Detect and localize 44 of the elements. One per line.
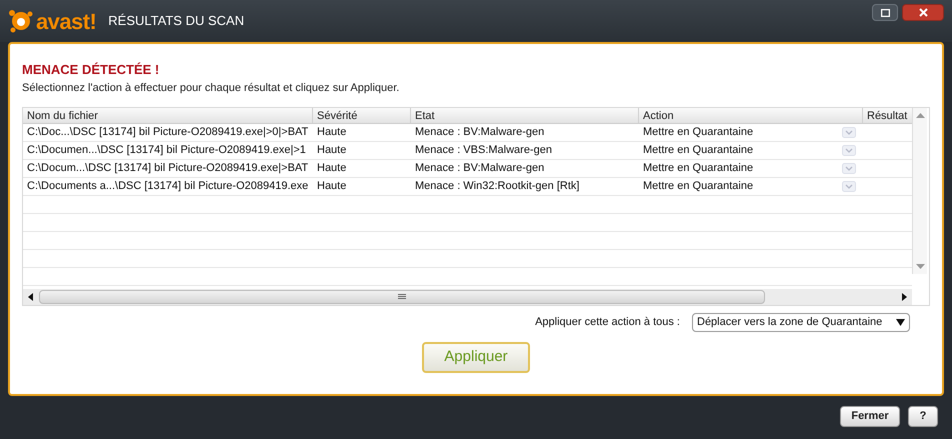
table-cell-text: C:\Doc...\DSC [13174] bil Picture-O2089419.exe|>0|>BAT [26,125,310,140]
apply-all-label: Appliquer cette action à tous : [535,315,680,330]
action-value[interactable]: Mettre en Quarantaine [643,178,839,195]
table-cell-text: Menace : BV:Malware-gen [414,161,546,176]
instruction-text: Sélectionnez l'action à effectuer pour chaque résultat et cliquez sur Appliquer. [22,80,400,96]
column-header[interactable]: Nom du fichier [23,108,313,123]
close-button[interactable] [902,4,944,21]
grip-icon [398,294,406,300]
action-value[interactable]: Mettre en Quarantaine [643,124,839,141]
scroll-thumb[interactable] [39,290,765,304]
dropdown-arrow-icon [896,319,905,326]
scroll-up-icon[interactable] [916,112,924,118]
maximize-button[interactable] [872,4,898,21]
dropdown-chevron-icon[interactable] [842,163,856,174]
logo-text: avast! [36,8,96,36]
table-cell-text: C:\Docum...\DSC [13174] bil Picture-O2089419.exe|>BAT [26,161,310,176]
action-value[interactable]: Mettre en Quarantaine [643,142,839,159]
action-value[interactable]: Mettre en Quarantaine [643,160,839,177]
footer-button[interactable]: Fermer [840,406,900,427]
table-cell-text: Haute [316,179,348,194]
table-cell-text: Haute [316,143,348,158]
table-cell-text: Haute [316,125,348,140]
dropdown-chevron-icon[interactable] [842,127,856,138]
table-cell-text: C:\Documen...\DSC [13174] bil Picture-O2089419.exe|>1 [26,143,307,158]
column-header[interactable]: Etat [411,108,639,123]
table-cell-text: Menace : VBS:Malware-gen [414,143,553,158]
horizontal-scrollbar[interactable] [23,289,912,305]
maximize-icon [880,8,890,16]
table-cell-text: Haute [316,161,348,176]
table-cell-text: Menace : Win32:Rootkit-gen [Rtk] [414,179,580,194]
footer-button[interactable]: ? [908,406,938,427]
apply-all-dropdown[interactable]: Déplacer vers la zone de Quarantaine [692,313,910,332]
window-title: RÉSULTATS DU SCAN [108,12,244,30]
column-header[interactable]: Action [639,108,863,123]
column-header[interactable]: Sévérité [313,108,411,123]
dropdown-chevron-icon[interactable] [842,181,856,192]
scroll-down-icon[interactable] [916,264,924,270]
table-cell-text: C:\Documents a...\DSC [13174] bil Picture-O2089419.exe [26,179,310,194]
close-icon [918,8,928,17]
threat-heading: MENACE DÉTECTÉE ! [22,61,160,79]
splat-logo-icon [8,8,34,34]
table-cell-text: Menace : BV:Malware-gen [414,125,546,140]
vertical-scrollbar[interactable] [912,108,927,274]
dropdown-chevron-icon[interactable] [842,145,856,156]
